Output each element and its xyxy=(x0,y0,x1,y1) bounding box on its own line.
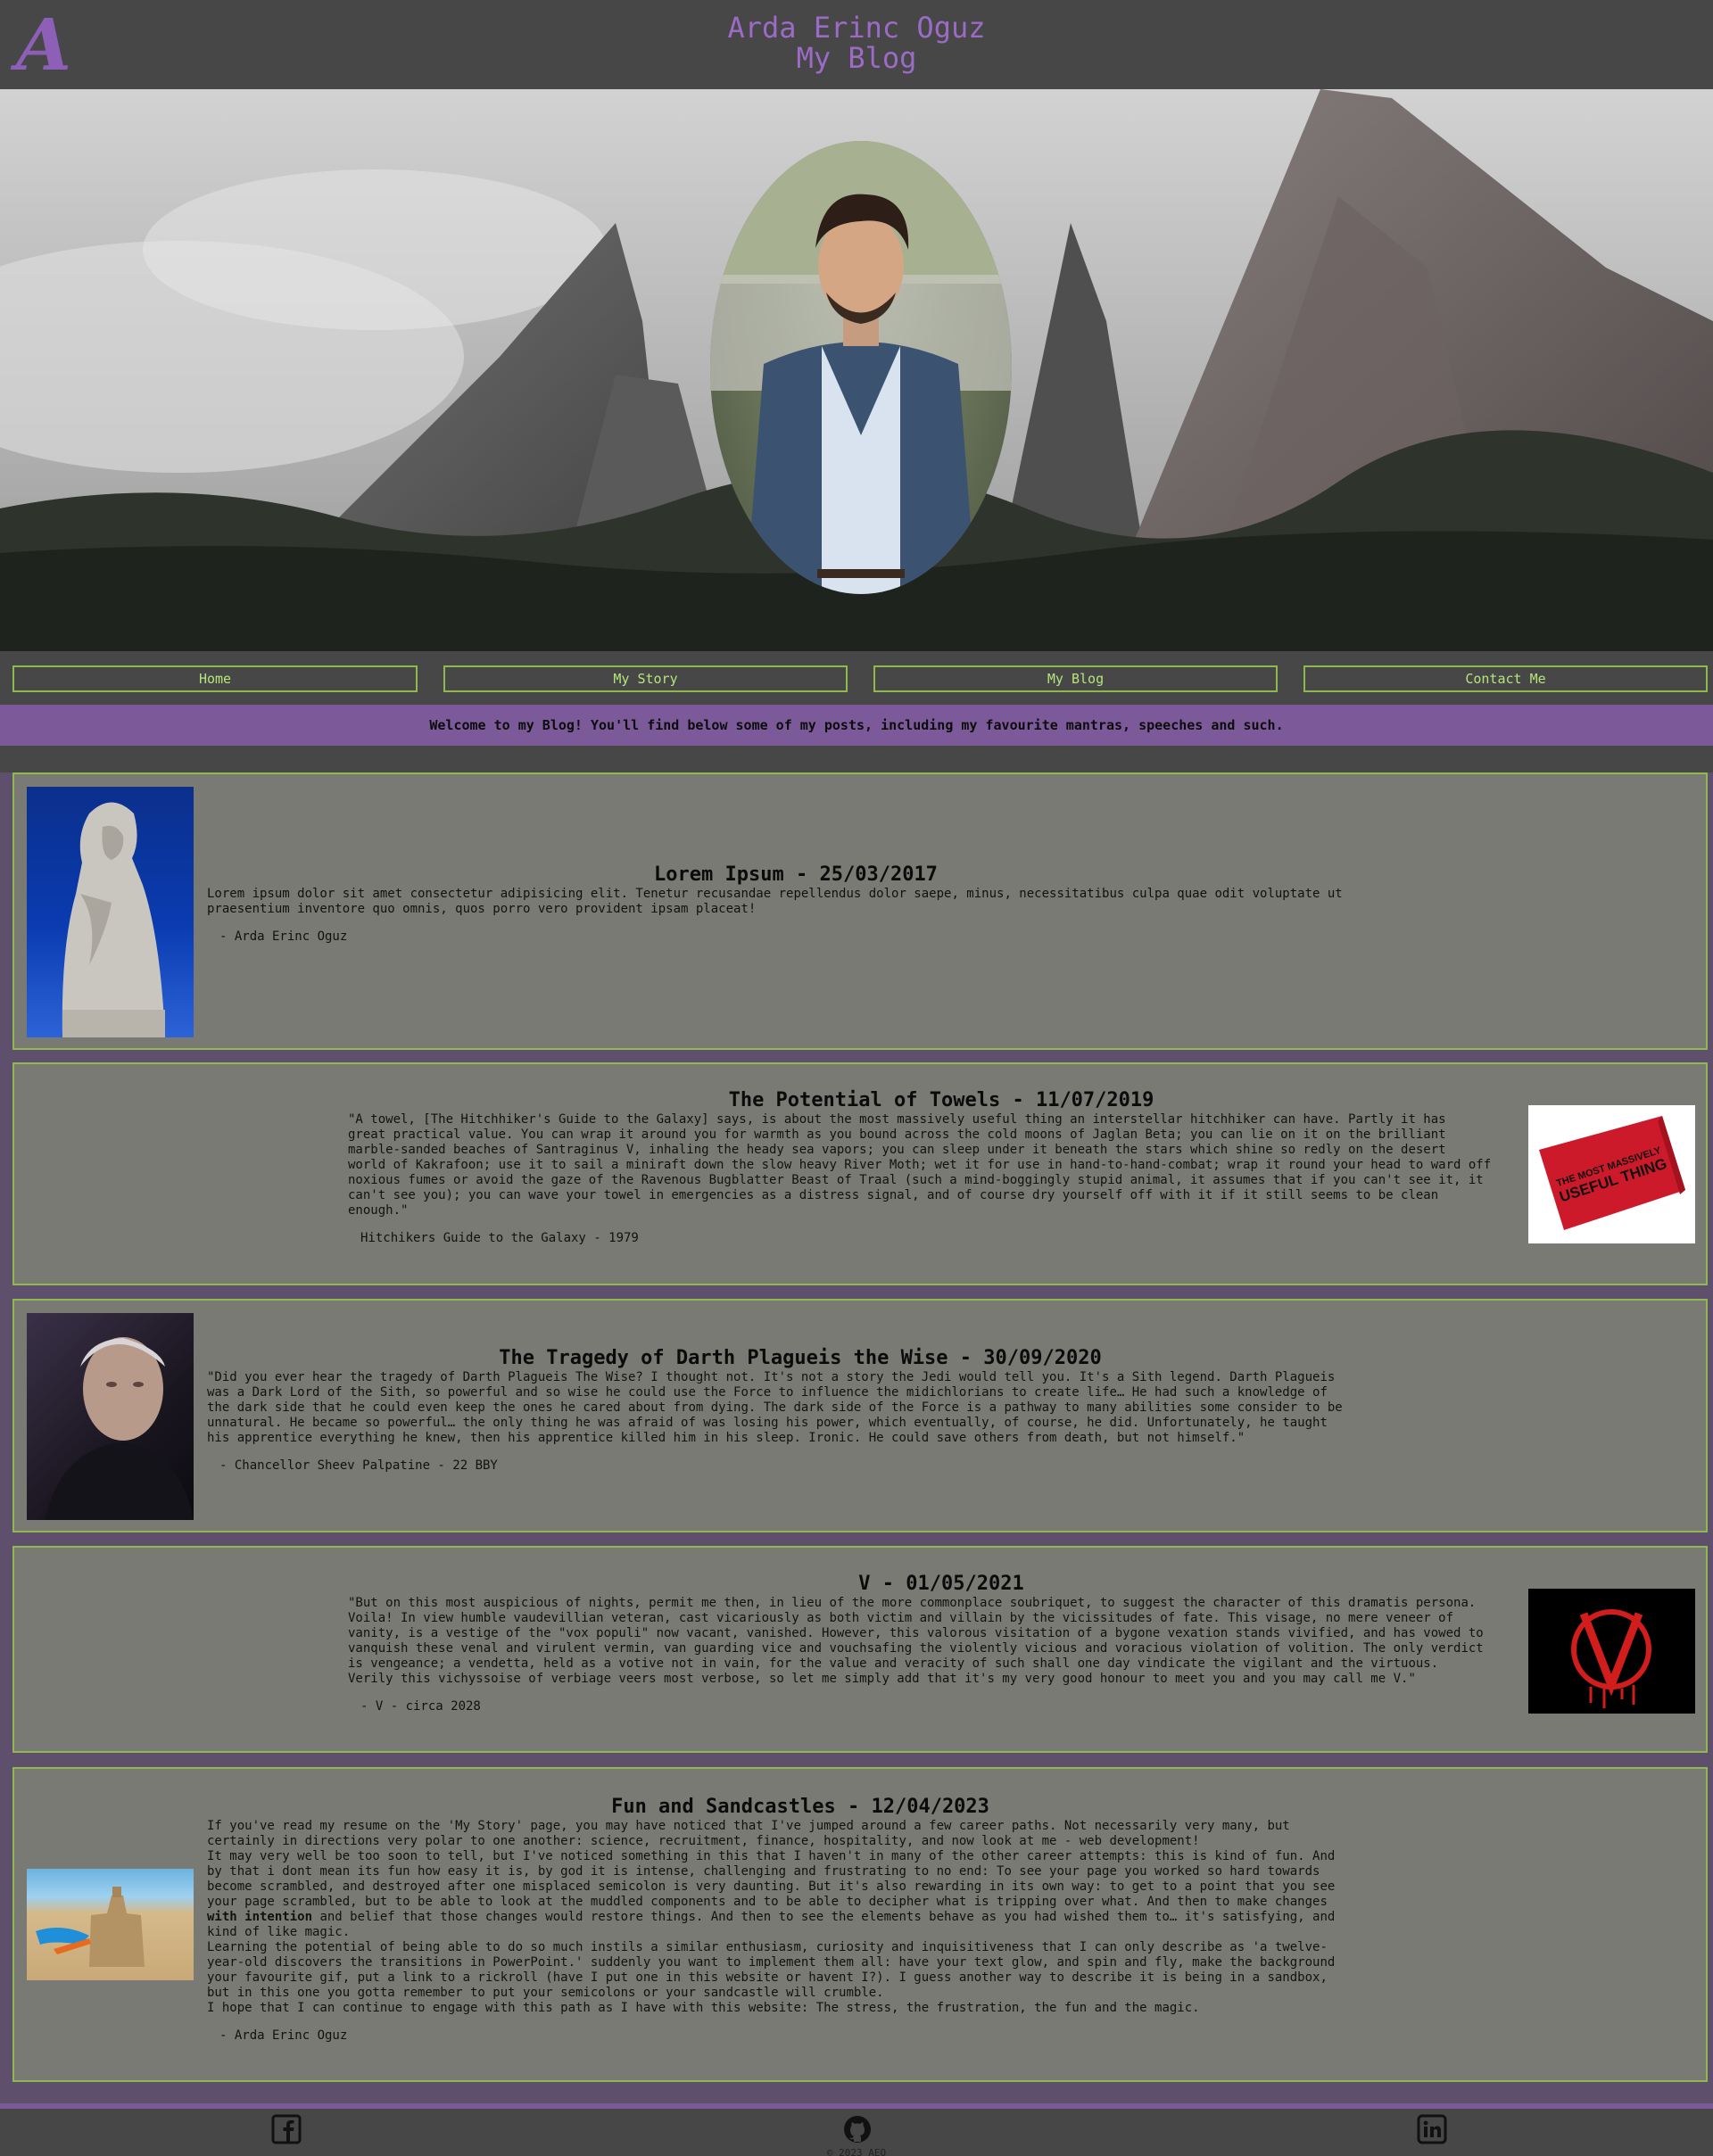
post-text: If you've read my resume on the 'My Stor… xyxy=(207,1819,1336,2015)
github-icon[interactable] xyxy=(842,2114,873,2144)
copyright-text: © 2023 AEO xyxy=(826,2147,887,2156)
v-symbol-image xyxy=(1528,1589,1695,1714)
bold-emphasis: with intention xyxy=(207,1910,313,1924)
post-signature: - Arda Erinc Oguz xyxy=(219,929,348,944)
post-title: The Tragedy of Darth Plagueis the Wise -… xyxy=(499,1347,1102,1369)
site-title: Arda Erinc Oguz My Blog xyxy=(0,12,1713,73)
page-subtitle: My Blog xyxy=(796,41,917,75)
post-title: The Potential of Towels - 11/07/2019 xyxy=(728,1089,1154,1111)
facebook-icon[interactable] xyxy=(271,2114,302,2144)
towel-image: THE MOST MASSIVELY USEFUL THING xyxy=(1528,1105,1695,1243)
sandcastle-image xyxy=(27,1869,194,1980)
blog-post: The Tragedy of Darth Plagueis the Wise -… xyxy=(12,1299,1708,1532)
profile-photo xyxy=(710,141,1012,594)
nav-contact-me-button[interactable]: Contact Me xyxy=(1303,665,1708,692)
post-signature: - Arda Erinc Oguz xyxy=(219,2028,348,2043)
post-signature: - V - circa 2028 xyxy=(360,1699,481,1714)
welcome-banner: Welcome to my Blog! You'll find below so… xyxy=(0,705,1713,746)
nav-home-button[interactable]: Home xyxy=(12,665,418,692)
site-header: A Arda Erinc Oguz My Blog xyxy=(0,0,1713,89)
post-text: "A towel, [The Hitchhiker's Guide to the… xyxy=(348,1112,1492,1218)
blog-post: V - 01/05/2021 "But on this most auspici… xyxy=(12,1546,1708,1753)
post-title: Lorem Ipsum - 25/03/2017 xyxy=(654,863,938,886)
nav-my-blog-button[interactable]: My Blog xyxy=(873,665,1278,692)
post-text: "Did you ever hear the tragedy of Darth … xyxy=(207,1370,1343,1445)
main-nav: Home My Story My Blog Contact Me xyxy=(0,651,1713,705)
post-text: "But on this most auspicious of nights, … xyxy=(348,1596,1484,1686)
author-name: Arda Erinc Oguz xyxy=(727,11,986,45)
post-title: Fun and Sandcastles - 12/04/2023 xyxy=(611,1796,989,1818)
blog-post: The Potential of Towels - 11/07/2019 "A … xyxy=(12,1062,1708,1285)
blog-post: Fun and Sandcastles - 12/04/2023 If you'… xyxy=(12,1767,1708,2082)
linkedin-icon[interactable] xyxy=(1417,2114,1447,2144)
post-signature: - Chancellor Sheev Palpatine - 22 BBY xyxy=(219,1458,498,1473)
palpatine-image xyxy=(27,1313,194,1520)
hero-banner xyxy=(0,89,1713,651)
post-signature: Hitchikers Guide to the Galaxy - 1979 xyxy=(360,1231,639,1245)
post-title: V - 01/05/2021 xyxy=(858,1573,1024,1595)
post-text: Lorem ipsum dolor sit amet consectetur a… xyxy=(207,887,1343,916)
blog-post: Lorem Ipsum - 25/03/2017 Lorem ipsum dol… xyxy=(12,772,1708,1050)
nav-my-story-button[interactable]: My Story xyxy=(443,665,848,692)
statue-image xyxy=(27,787,194,1037)
